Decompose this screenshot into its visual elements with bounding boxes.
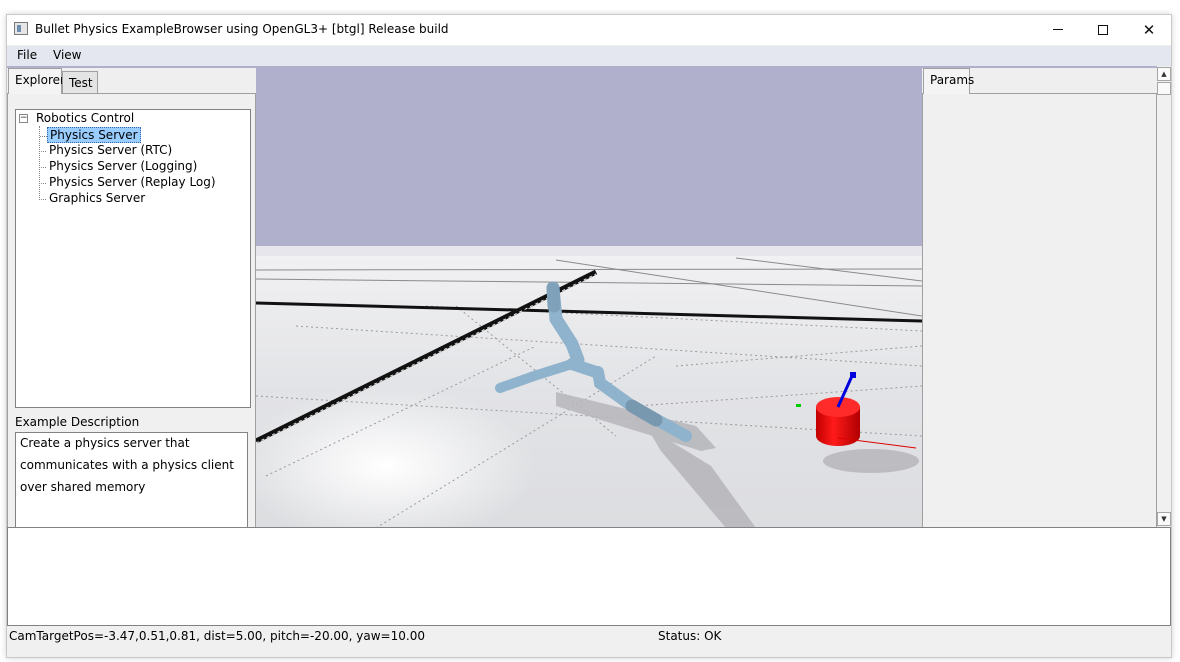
left-panel: − Robotics Control Physics Server Physic… <box>7 68 256 528</box>
window-title: Bullet Physics ExampleBrowser using Open… <box>35 22 449 36</box>
close-button[interactable]: ✕ <box>1126 15 1172 44</box>
minimize-button[interactable] <box>1035 15 1081 44</box>
tree-item-physics-server[interactable]: Physics Server <box>40 127 141 143</box>
tab-test[interactable]: Test <box>62 71 98 93</box>
menu-view[interactable]: View <box>53 48 81 62</box>
console-output[interactable] <box>7 527 1171 626</box>
tree-item-physics-server-logging[interactable]: Physics Server (Logging) <box>38 159 199 175</box>
scroll-down-button[interactable]: ▼ <box>1157 512 1171 526</box>
minimize-icon <box>1053 29 1063 30</box>
chevron-up-icon: ▲ <box>1161 70 1167 78</box>
description-box[interactable]: Create a physics server that communicate… <box>15 432 248 528</box>
tab-explorer[interactable]: Explorer <box>8 68 65 94</box>
tree-root-label: Robotics Control <box>36 111 135 125</box>
tree-item-physics-server-rtc[interactable]: Physics Server (RTC) <box>38 143 174 159</box>
maximize-icon <box>1098 24 1108 35</box>
explorer-frame: − Robotics Control Physics Server Physic… <box>7 93 256 528</box>
menu-bar: File View <box>7 46 1171 66</box>
description-label: Example Description <box>15 415 140 429</box>
scene-render <box>256 76 922 528</box>
tree-item-graphics-server[interactable]: Graphics Server <box>38 191 147 207</box>
scroll-up-button[interactable]: ▲ <box>1157 67 1171 81</box>
example-tree[interactable]: − Robotics Control Physics Server Physic… <box>15 109 251 408</box>
axis-z-tip <box>850 372 856 378</box>
close-icon: ✕ <box>1142 20 1156 39</box>
right-panel: Params <box>922 68 1157 528</box>
sky <box>256 76 922 254</box>
description-line: Create a physics server that <box>20 436 190 450</box>
description-line: over shared memory <box>20 480 146 494</box>
title-bar[interactable]: Bullet Physics ExampleBrowser using Open… <box>7 15 1171 45</box>
app-window: Bullet Physics ExampleBrowser using Open… <box>6 14 1172 658</box>
description-line: communicates with a physics client <box>20 458 234 472</box>
params-scrollbar[interactable]: ▲ ▼ <box>1157 66 1171 528</box>
status-text: Status: OK <box>658 629 722 643</box>
collapse-icon[interactable]: − <box>19 113 28 123</box>
tab-params[interactable]: Params <box>923 68 974 94</box>
app-icon <box>14 22 28 35</box>
maximize-button[interactable] <box>1080 15 1126 44</box>
camera-status: CamTargetPos=-3.47,0.51,0.81, dist=5.00,… <box>9 629 425 643</box>
3d-viewport[interactable] <box>256 76 922 528</box>
tree-item-physics-server-replay-log[interactable]: Physics Server (Replay Log) <box>39 175 218 191</box>
status-bar: CamTargetPos=-3.47,0.51,0.81, dist=5.00,… <box>7 626 1171 646</box>
menu-file[interactable]: File <box>17 48 37 62</box>
chevron-down-icon: ▼ <box>1161 515 1167 523</box>
scroll-thumb[interactable] <box>1157 82 1171 95</box>
tree-root[interactable]: − Robotics Control <box>19 110 134 126</box>
params-frame <box>922 93 1157 528</box>
axis-y-tip <box>796 404 801 407</box>
tree-connector <box>39 126 40 200</box>
